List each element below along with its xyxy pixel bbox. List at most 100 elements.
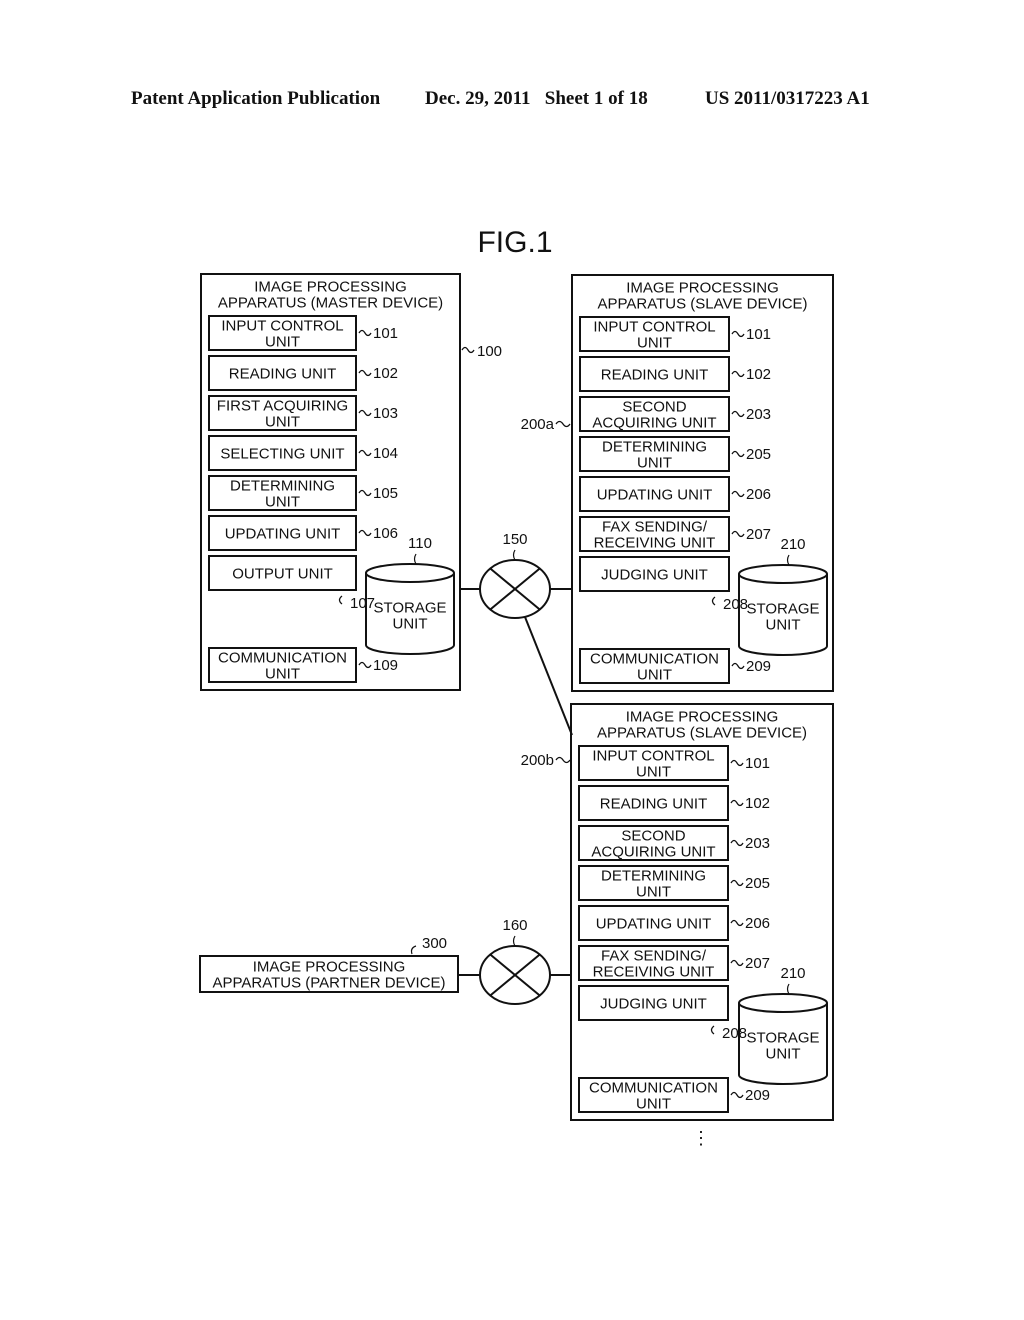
unit-label: UNIT — [637, 454, 672, 471]
slave-device-a-storage-ref: 210 — [780, 536, 805, 553]
unit-ref: 106 — [373, 525, 398, 542]
unit-label: SELECTING UNIT — [220, 445, 344, 462]
unit-ref: 208 — [723, 596, 748, 613]
leader-line — [358, 369, 372, 377]
unit-ref: 107 — [350, 595, 375, 612]
unit-ref: 203 — [745, 835, 770, 852]
network-160-ref: 160 — [502, 917, 527, 934]
leader-line — [731, 330, 745, 338]
leader-line — [555, 420, 571, 428]
slave-device-b-title: APPARATUS (SLAVE DEVICE) — [597, 724, 807, 741]
slave-device-b-storage-label: STORAGE — [746, 1029, 819, 1046]
leader-line — [731, 530, 745, 538]
unit-label: INPUT CONTROL — [593, 318, 715, 335]
unit-label: RECEIVING UNIT — [594, 534, 716, 551]
slave-device-a-storage-label: STORAGE — [746, 600, 819, 617]
unit-ref: 208 — [722, 1025, 747, 1042]
slave-b-ref: 200b — [521, 752, 554, 769]
unit-label: ACQUIRING UNIT — [591, 843, 715, 860]
unit-label: JUDGING UNIT — [600, 995, 707, 1012]
leader-line — [730, 839, 744, 847]
unit-ref: 105 — [373, 485, 398, 502]
leader-line — [731, 450, 745, 458]
leader-line — [710, 1025, 715, 1035]
leader-line — [413, 553, 417, 565]
master-device-title: IMAGE PROCESSING — [254, 278, 407, 295]
unit-label: JUDGING UNIT — [601, 566, 708, 583]
unit-label: READING UNIT — [601, 366, 709, 383]
unit-label: DETERMINING — [602, 438, 707, 455]
slave-device-b-storage-top — [738, 993, 828, 1013]
leader-line — [358, 409, 372, 417]
master-device-storage-ref: 110 — [408, 535, 432, 552]
unit-label: FIRST ACQUIRING — [217, 397, 348, 414]
master-device-storage-label: STORAGE — [373, 599, 446, 616]
slave-device-a-title: APPARATUS (SLAVE DEVICE) — [597, 295, 807, 312]
unit-label: READING UNIT — [600, 795, 708, 812]
slave-device-b-storage-label: UNIT — [766, 1045, 801, 1062]
slave-device-b-storage-ref: 210 — [780, 965, 805, 982]
comm-label: UNIT — [636, 1095, 671, 1112]
partner-ref: 300 — [422, 935, 447, 952]
comm-label: COMMUNICATION — [218, 649, 347, 666]
slave-device-b-title: IMAGE PROCESSING — [626, 708, 779, 725]
slave-device-a-title: IMAGE PROCESSING — [626, 279, 779, 296]
leader-line — [731, 370, 745, 378]
unit-ref: 104 — [373, 445, 398, 462]
unit-ref: 102 — [746, 366, 771, 383]
unit-label: UNIT — [265, 333, 300, 350]
slave-device-a-storage-top — [738, 564, 828, 584]
unit-label: READING UNIT — [229, 365, 337, 382]
leader-line — [555, 756, 571, 764]
unit-label: FAX SENDING/ — [601, 947, 707, 964]
leader-line — [730, 919, 744, 927]
partner-device-label: IMAGE PROCESSING — [253, 958, 406, 975]
leader-line — [358, 449, 372, 457]
master-device-storage-top — [365, 563, 455, 583]
leader-line — [786, 554, 790, 566]
unit-ref: 207 — [745, 955, 770, 972]
comm-label: UNIT — [637, 666, 672, 683]
comm-ref: 109 — [373, 657, 398, 674]
leader-line — [730, 799, 744, 807]
unit-label: DETERMINING — [601, 867, 706, 884]
master-device-title: APPARATUS (MASTER DEVICE) — [218, 294, 443, 311]
master-device-storage-label: UNIT — [393, 615, 428, 632]
slave-device-a-storage-label: UNIT — [766, 616, 801, 633]
partner-device-label: APPARATUS (PARTNER DEVICE) — [212, 974, 445, 991]
unit-ref: 206 — [745, 915, 770, 932]
unit-label: UPDATING UNIT — [596, 915, 712, 932]
unit-ref: 103 — [373, 405, 398, 422]
link-net150-slave-b — [524, 616, 573, 736]
leader-line — [512, 935, 516, 947]
unit-label: UNIT — [636, 883, 671, 900]
leader-line — [711, 596, 716, 606]
unit-label: FAX SENDING/ — [602, 518, 708, 535]
leader-line — [338, 595, 343, 605]
comm-ref: 209 — [746, 658, 771, 675]
leader-line — [730, 959, 744, 967]
comm-label: UNIT — [265, 665, 300, 682]
unit-label: UNIT — [265, 413, 300, 430]
unit-ref: 205 — [746, 446, 771, 463]
unit-label: UNIT — [265, 493, 300, 510]
block-diagram: FIG.1IMAGE PROCESSINGAPPARATUS (MASTER D… — [199, 226, 834, 1148]
unit-label: ACQUIRING UNIT — [592, 414, 716, 431]
leader-line — [512, 549, 516, 561]
leader-line — [731, 410, 745, 418]
leader-line — [410, 945, 417, 955]
unit-label: SECOND — [621, 827, 685, 844]
slave-a-ref: 200a — [521, 416, 555, 433]
unit-ref: 101 — [373, 325, 398, 342]
unit-label: RECEIVING UNIT — [593, 963, 715, 980]
unit-label: UPDATING UNIT — [597, 486, 713, 503]
unit-label: UNIT — [637, 334, 672, 351]
leader-line — [358, 489, 372, 497]
unit-label: INPUT CONTROL — [592, 747, 714, 764]
unit-ref: 203 — [746, 406, 771, 423]
unit-label: OUTPUT UNIT — [232, 565, 333, 582]
leader-line — [731, 490, 745, 498]
leader-line — [358, 529, 372, 537]
unit-ref: 207 — [746, 526, 771, 543]
unit-label: UPDATING UNIT — [225, 525, 341, 542]
